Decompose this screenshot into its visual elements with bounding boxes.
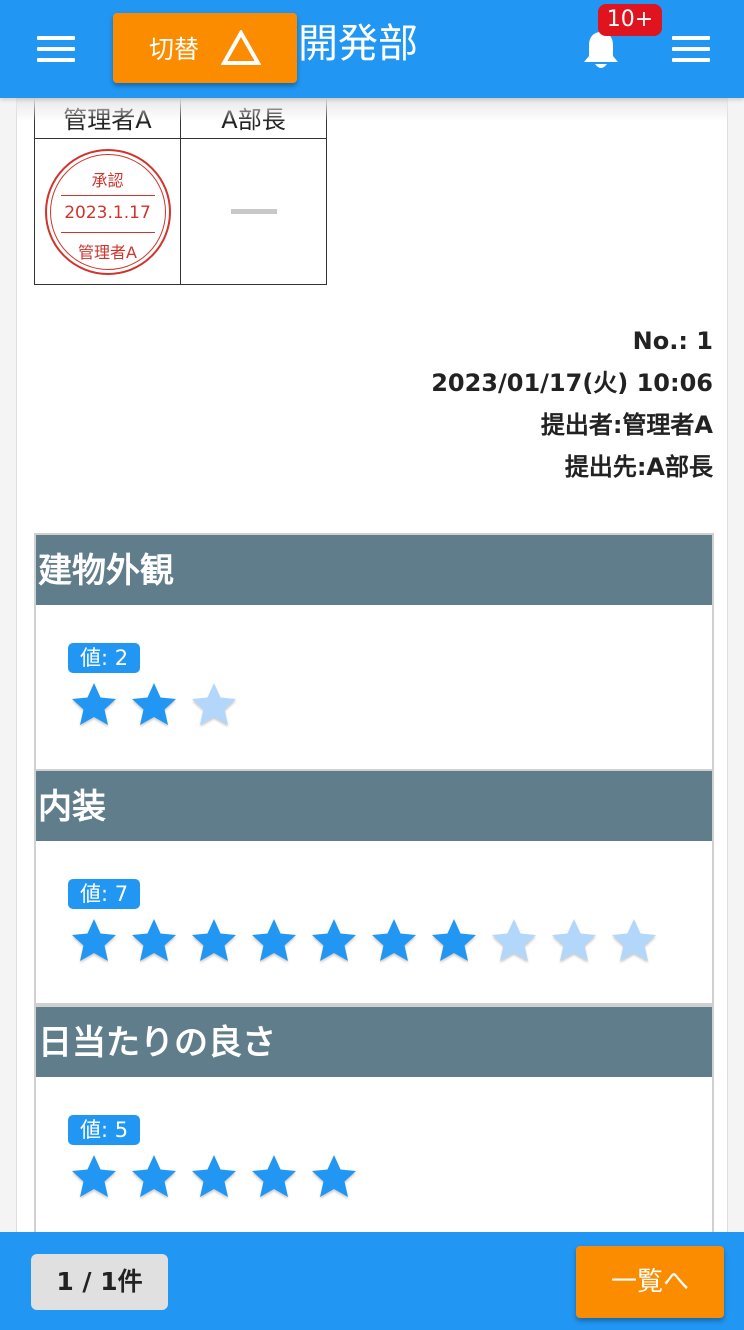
- star-filled-icon[interactable]: [70, 917, 118, 965]
- stamp-name: 管理者A: [78, 242, 137, 262]
- star-filled-icon[interactable]: [310, 1153, 358, 1201]
- approver-name: 管理者A: [34, 98, 181, 139]
- star-rating[interactable]: [70, 917, 658, 965]
- rating-section: 内装 値: 7: [34, 769, 714, 1005]
- star-filled-icon[interactable]: [250, 1153, 298, 1201]
- star-rating[interactable]: [70, 681, 238, 729]
- star-rating[interactable]: [70, 1153, 358, 1201]
- section-title: 日当たりの良さ: [36, 1007, 712, 1077]
- stamp-status: 承認: [91, 170, 124, 190]
- report-number: No.: 1: [632, 327, 713, 355]
- star-filled-icon[interactable]: [70, 1153, 118, 1201]
- star-empty-icon[interactable]: [490, 917, 538, 965]
- star-filled-icon[interactable]: [130, 681, 178, 729]
- options-menu-icon[interactable]: [672, 36, 710, 62]
- rating-section: 建物外観 値: 2: [34, 533, 714, 771]
- star-empty-icon[interactable]: [550, 917, 598, 965]
- approver-name: A部長: [180, 98, 327, 139]
- app-header: 切替 開発部 10+: [0, 0, 744, 98]
- report-recipient: 提出先:A部長: [564, 453, 713, 481]
- star-filled-icon[interactable]: [250, 917, 298, 965]
- app-footer: 1 / 1件 一覧へ: [0, 1232, 744, 1330]
- star-empty-icon[interactable]: [190, 681, 238, 729]
- star-filled-icon[interactable]: [190, 917, 238, 965]
- pending-stamp-cell: [180, 138, 327, 285]
- report-card: 管理者A A部長 承認 2023.1.17 管理者A No.: 1 2023/0…: [16, 98, 728, 1238]
- switch-button[interactable]: 切替: [113, 13, 297, 83]
- value-badge: 値: 2: [68, 643, 141, 673]
- star-filled-icon[interactable]: [370, 917, 418, 965]
- bell-icon[interactable]: [582, 30, 620, 72]
- pending-dash: [230, 209, 277, 214]
- switch-button-label: 切替: [148, 35, 199, 64]
- section-title: 建物外観: [36, 535, 712, 605]
- star-empty-icon[interactable]: [610, 917, 658, 965]
- star-filled-icon[interactable]: [430, 917, 478, 965]
- approval-stamp-cell: 承認 2023.1.17 管理者A: [34, 138, 181, 285]
- report-meta: No.: 1 2023/01/17(火) 10:06 提出者:管理者A 提出先:…: [431, 320, 713, 488]
- value-badge: 値: 7: [68, 879, 141, 909]
- stamp-date: 2023.1.17: [60, 194, 155, 233]
- department-title: 開発部: [298, 21, 418, 67]
- approval-table: 管理者A A部長 承認 2023.1.17 管理者A: [34, 98, 327, 285]
- star-filled-icon[interactable]: [190, 1153, 238, 1201]
- approval-stamp: 承認 2023.1.17 管理者A: [44, 148, 171, 275]
- value-badge: 値: 5: [68, 1115, 141, 1145]
- star-filled-icon[interactable]: [130, 917, 178, 965]
- report-datetime: 2023/01/17(火) 10:06: [431, 369, 713, 397]
- star-filled-icon[interactable]: [70, 681, 118, 729]
- menu-icon[interactable]: [37, 36, 75, 62]
- page-count: 1 / 1件: [31, 1254, 168, 1310]
- star-filled-icon[interactable]: [130, 1153, 178, 1201]
- report-submitter: 提出者:管理者A: [540, 411, 713, 439]
- rating-section: 日当たりの良さ 値: 5: [34, 1005, 714, 1238]
- triangle-icon: [221, 30, 261, 65]
- list-button[interactable]: 一覧へ: [576, 1246, 724, 1318]
- star-filled-icon[interactable]: [310, 917, 358, 965]
- section-title: 内装: [36, 771, 712, 841]
- notification-badge: 10+: [598, 4, 662, 36]
